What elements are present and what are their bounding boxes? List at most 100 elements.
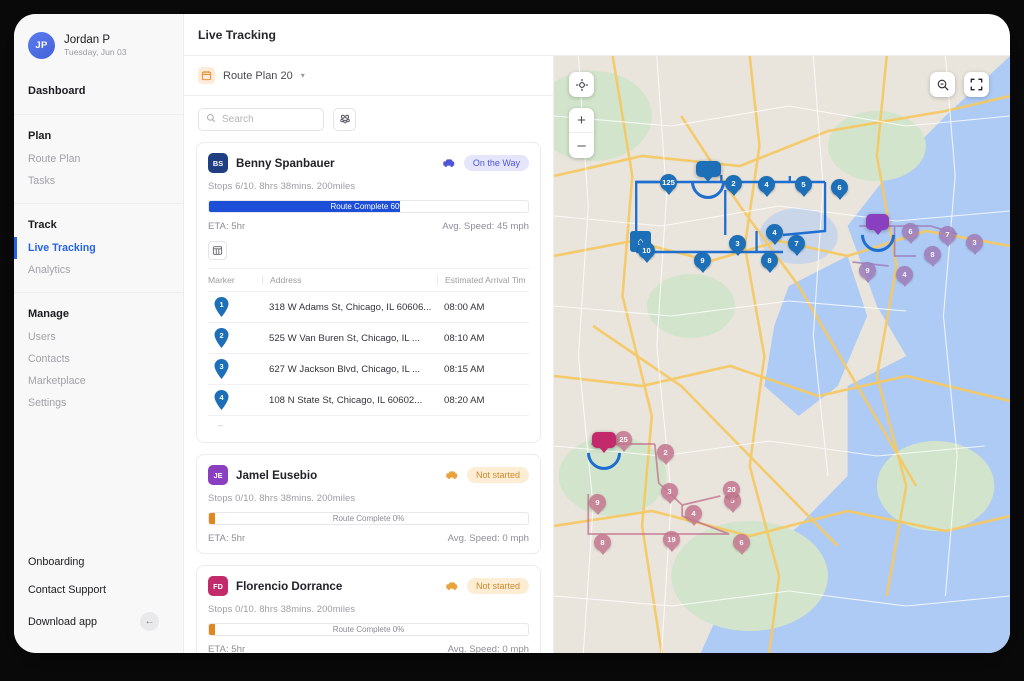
map-stop-marker[interactable]: 9 (859, 262, 876, 279)
search-field-wrapper[interactable] (198, 107, 324, 131)
map-stop-marker[interactable]: 6 (831, 179, 848, 196)
map-stop-marker[interactable]: 125 (660, 174, 677, 191)
table-row[interactable]: 1 318 W Adams St, Chicago, IL 60606... 08:… (208, 291, 529, 322)
map-stop-marker[interactable]: 9 (694, 252, 711, 269)
map-stop-marker[interactable]: 4 (766, 224, 783, 241)
marker-cell: 1 (208, 297, 262, 317)
route-progress-bar: Route Complete 0% (208, 623, 529, 636)
user-profile[interactable]: JP Jordan P Tuesday, Jun 03 (14, 28, 183, 59)
filter-settings-icon[interactable] (333, 107, 356, 131)
sidebar: JP Jordan P Tuesday, Jun 03 Dashboard Pla… (14, 14, 184, 653)
map-stop-marker[interactable]: 7 (939, 226, 956, 243)
driver-map-marker[interactable]: JE (866, 214, 890, 230)
sidebar-item-route-plan[interactable]: Route Plan (14, 148, 183, 170)
nav-section-title: Track (28, 219, 57, 231)
map-stop-marker-number: 10 (642, 246, 651, 255)
map-stop-marker[interactable]: 7 (788, 235, 805, 252)
top-bar: Live Tracking (184, 14, 1010, 56)
map-stop-marker[interactable]: 3 (966, 234, 983, 251)
map-view[interactable]: + – ⌂ 125245634789106783942523452068919B… (554, 56, 1010, 653)
progress-label: Route Complete 0% (332, 625, 405, 634)
map-stop-marker-number: 7 (794, 239, 799, 248)
sidebar-item-label: Download app (28, 615, 98, 628)
map-stop-marker[interactable]: 5 (795, 176, 812, 193)
table-row[interactable]: 2 525 W Van Buren St, Chicago, IL ... 08:1… (208, 322, 529, 353)
locate-crosshair-icon[interactable] (569, 72, 594, 97)
driver-map-marker[interactable]: BS (696, 161, 721, 177)
driver-card-list[interactable]: BS Benny Spanbauer On the Way Stops 6/10. 8… (184, 142, 553, 653)
table-grid-icon[interactable] (208, 241, 227, 260)
table-more-row[interactable]: – (208, 415, 529, 433)
map-pin-icon: 4 (214, 390, 229, 410)
route-plan-label: Route Plan 20 (223, 69, 293, 82)
map-stop-marker-number: 6 (739, 538, 744, 547)
avg-speed-value: Avg. Speed: 0 mph (447, 533, 529, 544)
table-row[interactable]: 4 108 N State St, Chicago, IL 60602... 08:… (208, 384, 529, 415)
sidebar-bottom: Onboarding Contact Support Download app ← (14, 548, 183, 653)
driver-stops-summary: Stops 0/10. 8hrs 38mins. 200miles (208, 492, 356, 503)
map-stop-marker[interactable]: 6 (733, 534, 750, 551)
map-stop-marker[interactable]: 10 (638, 242, 655, 259)
map-stop-marker[interactable]: 4 (685, 505, 702, 522)
route-plan-selector[interactable]: Route Plan 20 ▾ (184, 56, 553, 96)
address-cell: 318 W Adams St, Chicago, IL 60606... (269, 301, 432, 313)
sidebar-item-users[interactable]: Users (14, 326, 183, 348)
driver-card-header: FD Florencio Dorrance Not started (208, 576, 529, 596)
map-stop-marker-number: 6 (837, 183, 842, 192)
search-input[interactable] (222, 113, 316, 125)
map-stop-marker[interactable]: 19 (663, 531, 680, 548)
avatar: BS (208, 153, 228, 173)
avatar: JE (208, 465, 228, 485)
driver-card[interactable]: FD Florencio Dorrance Not started Stops 0/1… (196, 565, 541, 653)
arrow-left-icon[interactable]: ← (140, 612, 159, 631)
sidebar-item-contact-support[interactable]: Contact Support (14, 576, 183, 604)
map-search-icon[interactable] (930, 72, 955, 97)
map-stop-marker[interactable]: 8 (924, 246, 941, 263)
map-stop-marker[interactable]: 6 (902, 223, 919, 240)
driver-meta-row: ETA: 5hr Avg. Speed: 0 mph (208, 644, 529, 653)
map-stop-marker[interactable]: 2 (657, 444, 674, 461)
zoom-in-button[interactable]: + (569, 108, 594, 133)
sidebar-item-contacts[interactable]: Contacts (14, 348, 183, 370)
sidebar-item-tasks[interactable]: Tasks (14, 170, 183, 192)
map-stop-marker[interactable]: 8 (761, 252, 778, 269)
sidebar-item-marketplace[interactable]: Marketplace (14, 370, 183, 392)
map-stop-marker[interactable]: 2 (725, 175, 742, 192)
fullscreen-icon[interactable] (964, 72, 989, 97)
map-stop-marker[interactable]: 8 (594, 534, 611, 551)
map-base-layer (554, 56, 1010, 653)
zoom-out-button[interactable]: – (569, 133, 594, 158)
map-stop-marker[interactable]: 4 (896, 266, 913, 283)
table-row[interactable]: 3 627 W Jackson Blvd, Chicago, IL ... 08:1… (208, 353, 529, 384)
progress-label: Route Complete 60% (330, 202, 407, 211)
map-stop-marker[interactable]: 4 (758, 176, 775, 193)
nav-section-title[interactable]: Dashboard (14, 81, 183, 103)
map-zoom-controls[interactable]: + – (569, 108, 594, 158)
sidebar-item-analytics[interactable]: Analytics (14, 259, 183, 281)
map-stop-marker-number: 8 (600, 538, 605, 547)
search-icon (206, 110, 216, 128)
map-stop-marker[interactable]: 9 (589, 494, 606, 511)
table-header-row: Marker Address Estimated Arrival Tim (208, 269, 529, 291)
map-stop-marker[interactable]: 3 (661, 483, 678, 500)
nav-section-title: Manage (28, 308, 69, 320)
sidebar-item-download-app[interactable]: Download app ← (14, 604, 183, 639)
main-area: Live Tracking Route Plan 20 ▾ Search BS … (184, 14, 1010, 653)
sidebar-item-live-tracking[interactable]: Live Tracking (14, 237, 183, 259)
eta-cell: 08:00 AM (444, 301, 485, 313)
driver-map-marker[interactable]: FD (592, 432, 616, 448)
map-pin-icon: 1 (214, 297, 229, 317)
driver-card[interactable]: BS Benny Spanbauer On the Way Stops 6/10. 8… (196, 142, 541, 443)
nav-section-track: Track Live Tracking Analytics (14, 215, 183, 293)
map-stop-marker[interactable]: 20 (723, 481, 740, 498)
avatar: JP (28, 32, 55, 59)
sidebar-item-onboarding[interactable]: Onboarding (14, 548, 183, 576)
driver-meta-row: ETA: 5hr Avg. Speed: 45 mph (208, 221, 529, 232)
map-stop-marker[interactable]: 3 (729, 235, 746, 252)
profile-date: Tuesday, Jun 03 (64, 47, 127, 57)
truck-icon (445, 468, 459, 482)
driver-card[interactable]: JE Jamel Eusebio Not started Stops 0/10. 8h… (196, 454, 541, 554)
sidebar-item-settings[interactable]: Settings (14, 392, 183, 414)
map-stop-marker-number: 6 (908, 227, 913, 236)
eta-value: ETA: 5hr (208, 221, 246, 232)
